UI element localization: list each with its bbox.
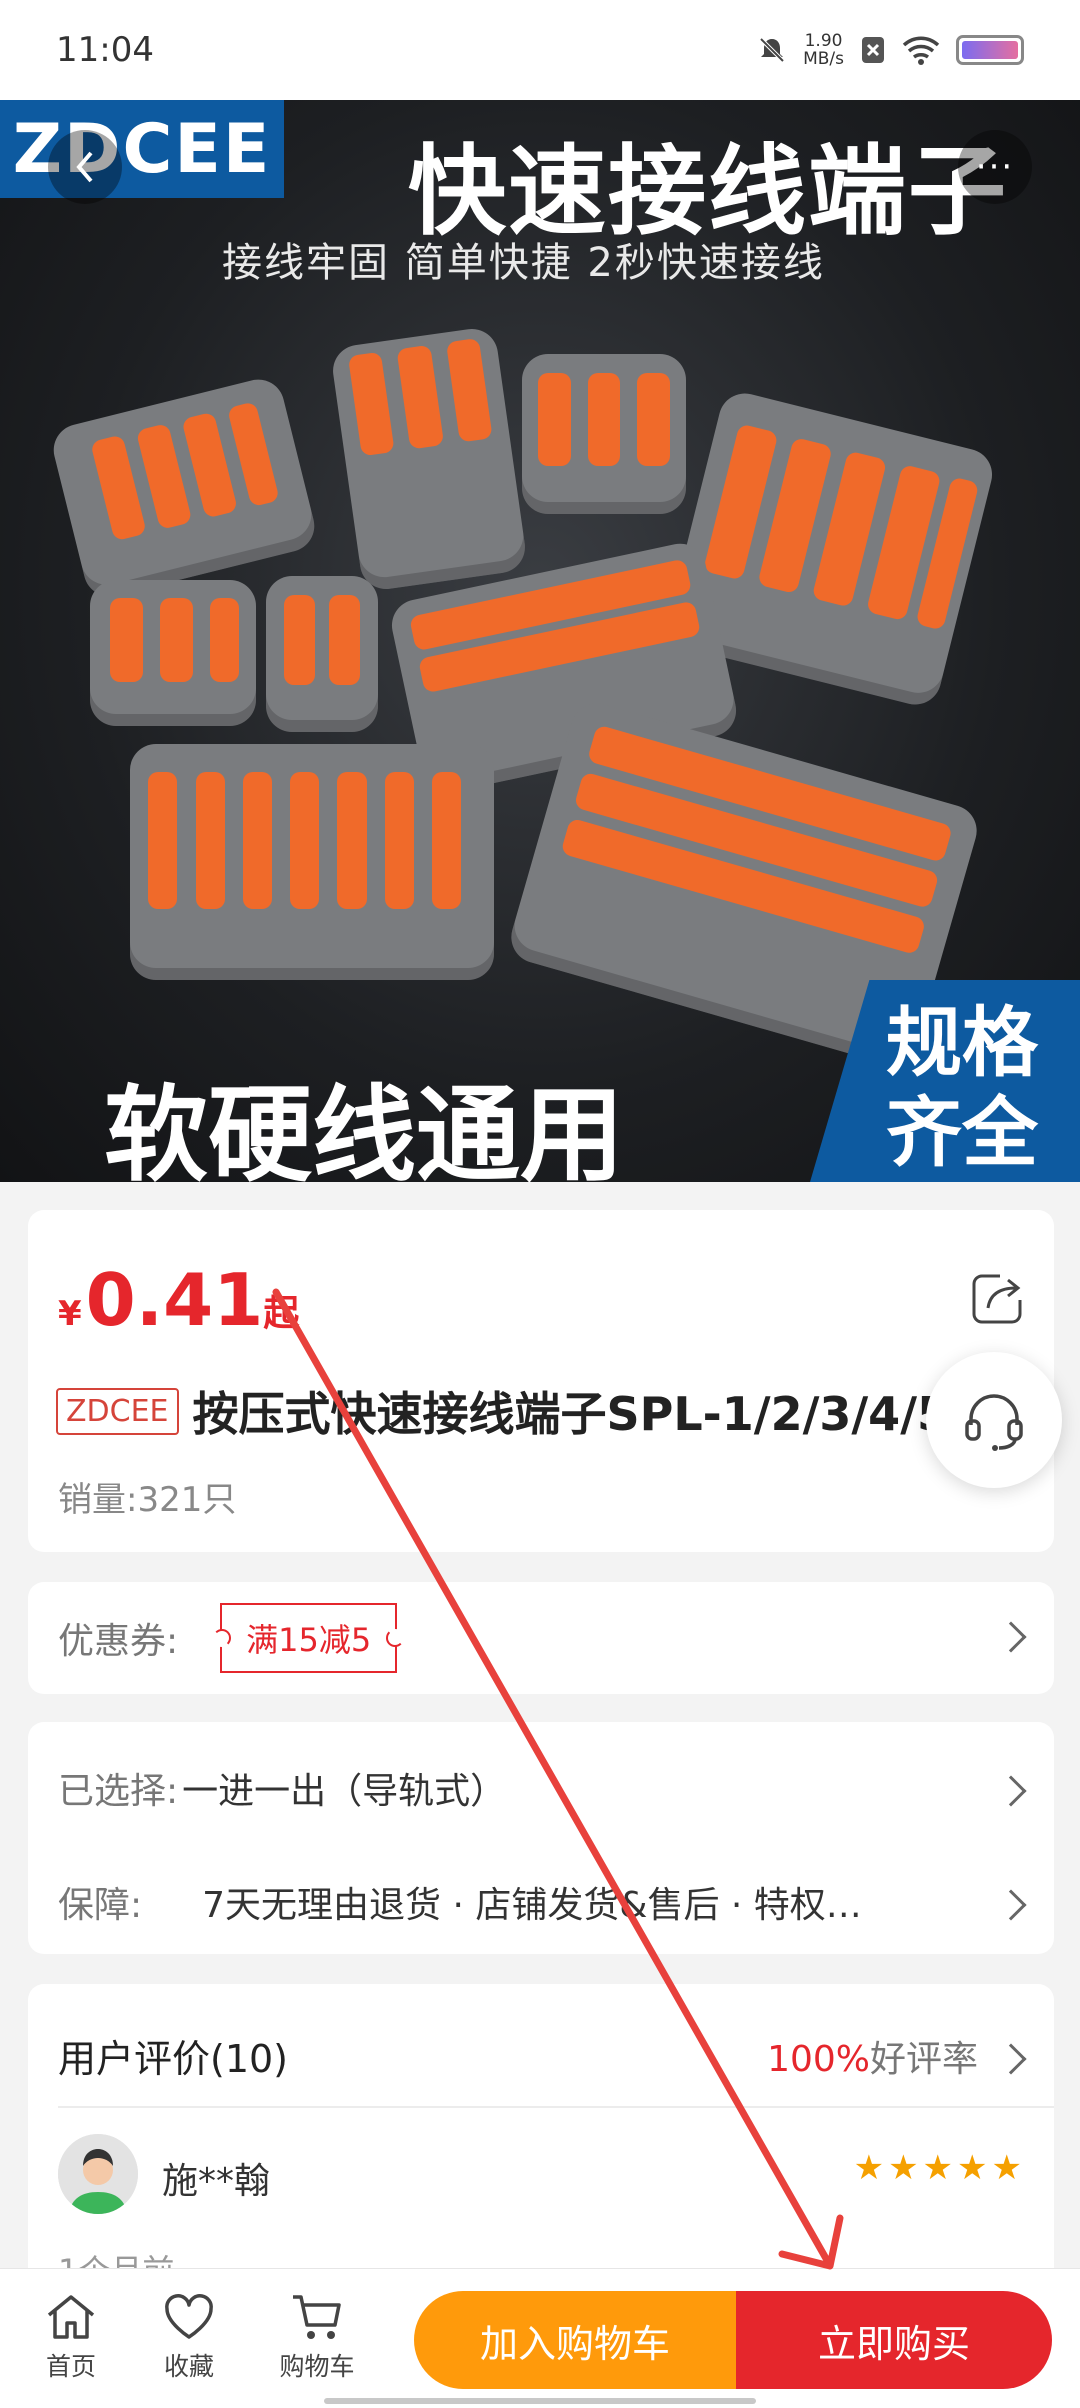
coupon-tag[interactable]: 满15减5	[220, 1603, 398, 1673]
currency-symbol: ¥	[58, 1294, 82, 1334]
customer-service-button[interactable]	[926, 1352, 1062, 1488]
bottom-action-bar: 首页 收藏 购物车 加入购物车 立即购买	[0, 2268, 1080, 2408]
review-title: 用户评价(10)	[58, 2037, 289, 2081]
positive-rate-value: 100%	[767, 2038, 870, 2080]
positive-rate-label: 好评率	[869, 2038, 978, 2080]
sim-off-icon	[862, 37, 884, 63]
nav-home[interactable]: 首页	[16, 2291, 126, 2383]
coupon-row[interactable]: 优惠券: 满15减5	[28, 1582, 1054, 1694]
product-info-card: ¥ 0.41 起 ZDCEE 按压式快速接线端子SPL-1/2/3/4/5 销量…	[28, 1210, 1054, 1552]
network-speed: 1.90 MB/s	[803, 32, 844, 68]
reviewer-name: 施**翰	[162, 2161, 271, 2202]
sales-count: 销量:321只	[58, 1480, 237, 1520]
selected-spec-row[interactable]: 已选择: 一进一出（导轨式）	[58, 1758, 1054, 1818]
spec-card: 已选择: 一进一出（导轨式） 保障: 7天无理由退货 · 店铺发货&售后 · 特…	[28, 1722, 1054, 1954]
user-avatar-icon	[58, 2134, 138, 2214]
brand-logo: ZDCEE	[0, 100, 284, 198]
home-indicator	[324, 2398, 756, 2404]
network-speed-value: 1.90	[804, 31, 843, 51]
status-time: 11:04	[56, 30, 154, 70]
more-button[interactable]: ···	[958, 130, 1032, 204]
connector-image	[522, 354, 686, 514]
divider	[58, 2106, 1054, 2108]
coupon-label: 优惠券:	[58, 1621, 179, 1662]
add-to-cart-button[interactable]: 加入购物车	[414, 2291, 736, 2389]
banner-bottom-text: 软硬线通用	[104, 1074, 625, 1182]
connector-image	[266, 576, 378, 732]
price-suffix: 起	[263, 1293, 300, 1334]
buy-now-button[interactable]: 立即购买	[736, 2291, 1052, 2389]
mute-icon	[759, 37, 785, 63]
connector-image	[90, 580, 256, 726]
chevron-right-icon[interactable]	[995, 1889, 1027, 1921]
nav-favorite[interactable]: 收藏	[134, 2291, 244, 2383]
more-icon: ···	[975, 147, 1015, 187]
wifi-icon	[902, 36, 940, 65]
heart-icon	[165, 2294, 213, 2339]
guarantee-row[interactable]: 保障: 7天无理由退货 · 店铺发货&售后 · 特权…	[58, 1872, 862, 1932]
nav-favorite-label: 收藏	[163, 2352, 214, 2381]
battery-icon	[956, 35, 1024, 65]
back-button[interactable]	[48, 130, 122, 204]
headset-icon	[965, 1394, 1023, 1451]
chevron-right-icon	[995, 1621, 1027, 1653]
avatar	[58, 2134, 138, 2214]
product-title-row: ZDCEE 按压式快速接线端子SPL-1/2/3/4/5	[56, 1378, 949, 1444]
connector-image	[130, 744, 494, 980]
banner-corner-text: 规格齐全	[886, 998, 1038, 1177]
connector-image	[329, 325, 529, 593]
banner-subtitle: 接线牢固 简单快捷 2秒快速接线	[222, 240, 825, 286]
nav-cart[interactable]: 购物车	[262, 2291, 372, 2383]
status-bar: 11:04 1.90 MB/s	[0, 0, 1080, 100]
chevron-left-icon	[76, 151, 93, 183]
brand-badge: ZDCEE	[56, 1387, 179, 1435]
status-icons: 1.90 MB/s	[757, 32, 1024, 68]
connector-image	[48, 374, 320, 602]
price-value: 0.41	[85, 1258, 264, 1342]
nav-home-label: 首页	[45, 2352, 96, 2381]
price: ¥ 0.41 起	[58, 1258, 299, 1342]
share-icon[interactable]	[970, 1270, 1026, 1326]
review-card: 用户评价(10) 100%好评率 施**翰 ★★★★★ 1个月前	[28, 1984, 1054, 2290]
selected-value: 一进一出（导轨式）	[182, 1771, 507, 1812]
guarantee-label: 保障:	[58, 1885, 143, 1926]
star-rating: ★★★★★	[853, 2148, 1026, 2188]
network-speed-unit: MB/s	[803, 49, 844, 69]
product-image-banner[interactable]: ZDCEE 快速接线端子 接线牢固 简单快捷 2秒快速接线 软硬线通用 规格齐全	[0, 100, 1080, 1182]
home-icon	[47, 2295, 95, 2339]
product-title: 按压式快速接线端子SPL-1/2/3/4/5	[192, 1387, 949, 1441]
guarantee-value: 7天无理由退货 · 店铺发货&售后 · 特权…	[202, 1885, 862, 1926]
nav-cart-label: 购物车	[279, 2352, 355, 2381]
positive-rate: 100%好评率	[767, 2030, 978, 2082]
selected-label: 已选择:	[58, 1771, 179, 1812]
cart-icon	[293, 2295, 341, 2339]
review-header[interactable]: 用户评价(10) 100%好评率	[58, 2028, 1024, 2083]
